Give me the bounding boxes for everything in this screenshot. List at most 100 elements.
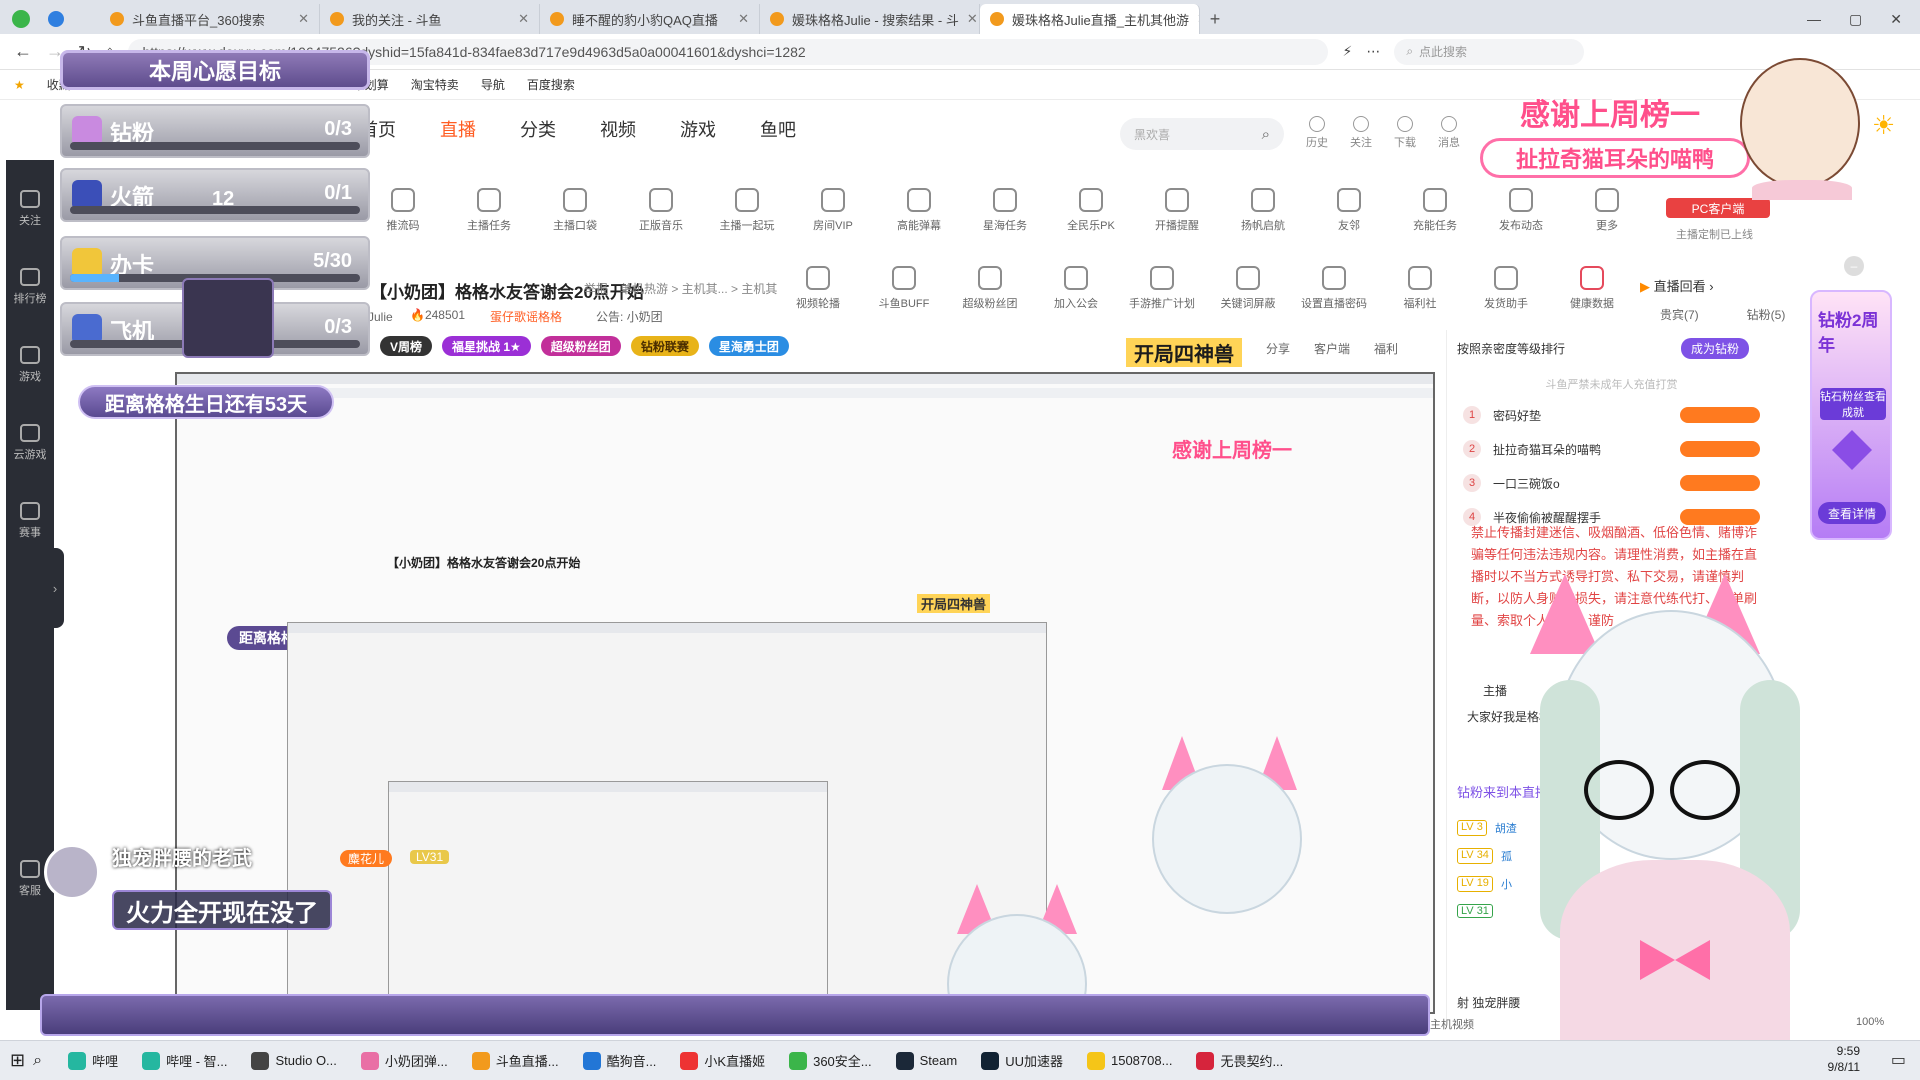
search-icon[interactable]: ⌕	[33, 1052, 42, 1070]
become-diamond-button[interactable]: 成为钻粉	[1681, 338, 1750, 359]
nav-live[interactable]: 直播	[440, 116, 476, 142]
welfare-button[interactable]: 福利	[1374, 340, 1398, 357]
browser-tab-4[interactable]: 媛珠格格Julie直播_主机其他游✕	[980, 4, 1200, 34]
tool-item[interactable]: 高能弹幕	[876, 188, 962, 233]
lightning-icon[interactable]: ⚡	[1342, 43, 1352, 60]
nav-games[interactable]: 游戏	[680, 116, 716, 142]
download-button[interactable]: 下载	[1394, 116, 1416, 150]
tab-diamond[interactable]: 钻粉(5)	[1747, 306, 1786, 323]
maximize-icon[interactable]: ▢	[1849, 11, 1862, 28]
tool-item[interactable]: 房间VIP	[790, 188, 876, 233]
notification-icon[interactable]: ▭	[1891, 1050, 1906, 1070]
browser-tab-0[interactable]: 斗鱼直播平台_360搜索 ✕	[100, 4, 320, 34]
message-button[interactable]: 消息	[1438, 116, 1460, 150]
taskbar-item[interactable]: 小K直播姬	[672, 1045, 773, 1077]
history-button[interactable]: 历史	[1306, 116, 1328, 150]
streamer-avatar[interactable]	[182, 278, 274, 358]
new-tab-icon[interactable]: +	[1200, 4, 1230, 34]
tab-close-icon[interactable]: ✕	[298, 11, 309, 27]
tool-item[interactable]: 斗鱼BUFF	[861, 266, 947, 311]
tab-close-icon[interactable]: ✕	[518, 11, 529, 27]
rail-item-game[interactable]: 游戏	[19, 346, 41, 384]
extension-icon[interactable]	[48, 11, 64, 27]
tool-item[interactable]: 正版音乐	[618, 188, 704, 233]
tool-item[interactable]: 手游推广计划	[1119, 266, 1205, 311]
taskbar-item[interactable]: Steam	[888, 1045, 966, 1077]
tool-item[interactable]: 扬帆启航	[1220, 188, 1306, 233]
tool-item[interactable]: 主播任务	[446, 188, 532, 233]
search-icon[interactable]: ⌕	[1262, 126, 1270, 143]
site-search-input[interactable]: 黑欢喜 ⌕	[1120, 118, 1284, 150]
browser-tab-3[interactable]: 媛珠格格Julie - 搜索结果 - 斗 ✕	[760, 4, 980, 34]
badge-lucky[interactable]: 福星挑战 1★	[442, 336, 531, 356]
tab-vip[interactable]: 贵宾(7)	[1660, 306, 1699, 323]
tool-item[interactable]: 主播口袋	[532, 188, 618, 233]
event-banner[interactable]: 开局四神兽	[1126, 338, 1242, 367]
taskbar-item[interactable]: Studio O...	[243, 1045, 344, 1077]
tool-item[interactable]: 超级粉丝团	[947, 266, 1033, 311]
tool-item[interactable]: 视频轮播	[775, 266, 861, 311]
taskbar-item[interactable]: 哔哩 - 智...	[134, 1045, 235, 1077]
follow-button[interactable]: 关注	[1350, 116, 1372, 150]
tag-link[interactable]: 蛋仔歌谣格格	[490, 308, 562, 325]
category-breadcrumb[interactable]: 单机热游 > 主机其... > 主机其	[620, 280, 777, 297]
tool-item[interactable]: 发货助手	[1463, 266, 1549, 311]
tool-item[interactable]: 加入公会	[1033, 266, 1119, 311]
chat-name[interactable]: 小	[1501, 876, 1512, 892]
system-clock[interactable]: 9:59 9/8/11	[1828, 1043, 1860, 1075]
view-details-button[interactable]: 查看详情	[1818, 502, 1886, 524]
rank-row[interactable]: 2 扯拉奇猫耳朵的喵鸭	[1447, 432, 1776, 466]
taskbar-item[interactable]: 无畏契约...	[1188, 1045, 1291, 1077]
anniversary-banner[interactable]: 钻粉2周年 钻石粉丝查看成就 查看详情	[1810, 290, 1892, 540]
bookmark-star-icon[interactable]: ★	[14, 78, 25, 92]
taskbar-item[interactable]: UU加速器	[973, 1045, 1071, 1077]
badge-superfan[interactable]: 超级粉丝团	[540, 336, 621, 356]
rail-collapse-handle[interactable]: ›	[46, 548, 64, 628]
rail-item-events[interactable]: 赛事	[19, 502, 41, 540]
badge-starsea[interactable]: 星海勇士团	[708, 336, 789, 356]
taskbar-item[interactable]: 1508708...	[1079, 1045, 1180, 1077]
browser-logo-icon[interactable]	[12, 10, 30, 28]
tool-item[interactable]: 开播提醒	[1134, 188, 1220, 233]
rail-item-service[interactable]: 客服	[19, 860, 41, 898]
taskbar-item[interactable]: 斗鱼直播...	[464, 1045, 567, 1077]
tab-close-icon[interactable]: ✕	[738, 11, 749, 27]
tool-item[interactable]: 关键词屏蔽	[1205, 266, 1291, 311]
more-icon[interactable]: ⋯	[1366, 43, 1380, 60]
bookmark-item[interactable]: 导航	[481, 76, 505, 93]
back-icon[interactable]: ←	[14, 41, 32, 62]
taskbar-item[interactable]: 酷狗音...	[575, 1045, 665, 1077]
tool-item[interactable]: 友邻	[1306, 188, 1392, 233]
bookmark-item[interactable]: 百度搜索	[527, 76, 575, 93]
rail-item-rank[interactable]: 排行榜	[14, 268, 47, 306]
stream-video-player[interactable]: 距离格格生日还有53天 【小奶团】格格水友答谢会20点开始 感谢上周榜一 开局四…	[175, 372, 1435, 1014]
replay-link[interactable]: ▶ 直播回看 ›	[1640, 276, 1714, 295]
taskbar-item[interactable]: 小奶团弹...	[353, 1045, 456, 1077]
chat-name[interactable]: 孤	[1501, 848, 1512, 864]
report-link[interactable]: 举报	[584, 280, 608, 297]
tool-item[interactable]: 主播一起玩	[704, 188, 790, 233]
tool-item[interactable]: 健康数据	[1549, 266, 1635, 311]
browser-tab-2[interactable]: 睡不醒的豹小豹QAQ直播 ✕	[540, 4, 760, 34]
tool-item[interactable]: 全民乐PK	[1048, 188, 1134, 233]
rail-item-cloud-game[interactable]: 云游戏	[14, 424, 47, 462]
rail-item-follow[interactable]: 关注	[19, 190, 41, 228]
client-button[interactable]: 客户端	[1314, 340, 1350, 357]
chat-name[interactable]: 胡渣	[1495, 820, 1517, 836]
bookmark-item[interactable]: 淘宝特卖	[411, 76, 459, 93]
browser-tab-1[interactable]: 我的关注 - 斗鱼 ✕	[320, 4, 540, 34]
tool-item[interactable]: 福利社	[1377, 266, 1463, 311]
panel-close-icon[interactable]: –	[1844, 256, 1864, 276]
rank-row[interactable]: 1 密码好垫	[1447, 398, 1776, 432]
rank-row[interactable]: 3 一口三碗饭o	[1447, 466, 1776, 500]
tool-item[interactable]: 推流码	[360, 188, 446, 233]
tool-item[interactable]: 设置直播密码	[1291, 266, 1377, 311]
nav-category[interactable]: 分类	[520, 116, 556, 142]
windows-start-icon[interactable]: ⊞	[10, 1050, 25, 1071]
pc-client-button[interactable]: PC客户端	[1666, 198, 1770, 218]
tool-item[interactable]: 星海任务	[962, 188, 1048, 233]
taskbar-item[interactable]: 360安全...	[781, 1045, 880, 1077]
badge-weekly[interactable]: V周榜	[380, 336, 433, 356]
taskbar-item[interactable]: 哔哩	[60, 1045, 126, 1077]
badge-diamond-league[interactable]: 钻粉联赛	[630, 336, 699, 356]
